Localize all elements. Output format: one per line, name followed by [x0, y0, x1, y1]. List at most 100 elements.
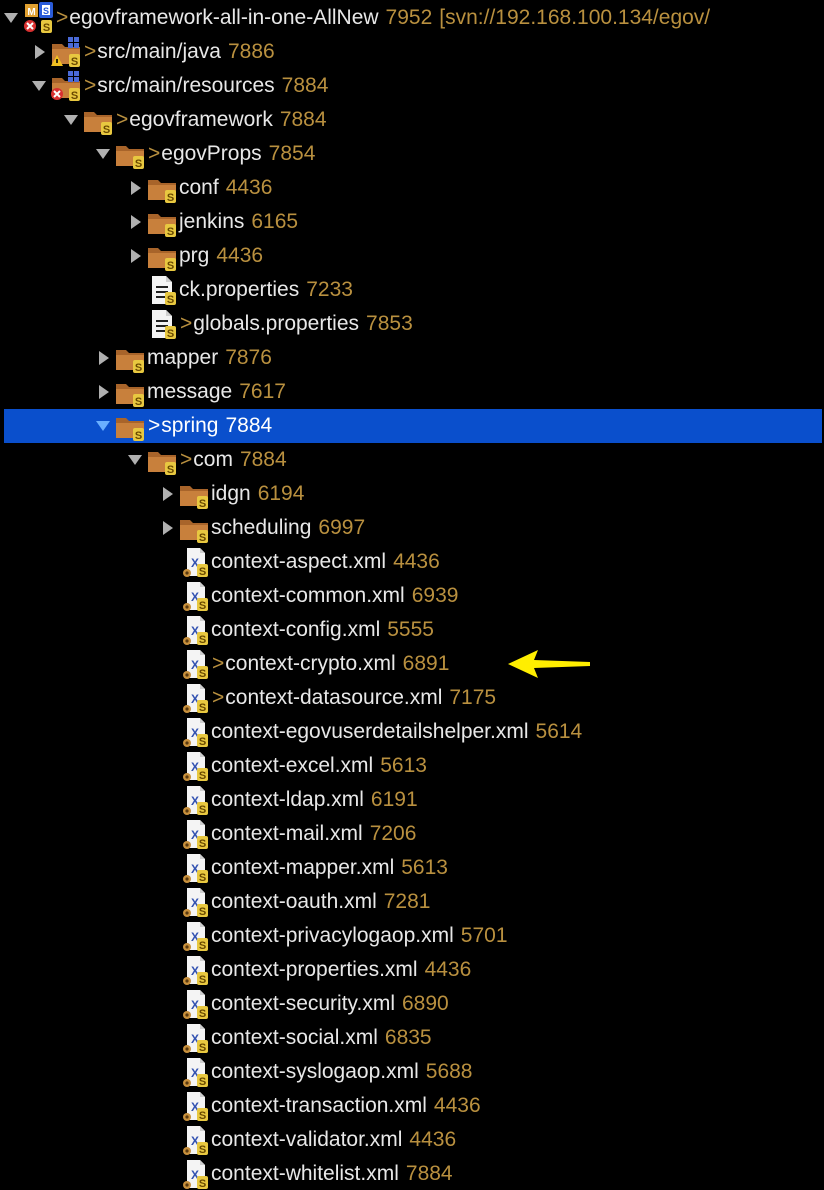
- tree-item-context-mapper-xml[interactable]: X Scontext-mapper.xml 5613: [0, 851, 824, 885]
- tree-item-egovframework[interactable]: S > egovframework 7884: [0, 103, 824, 137]
- svg-text:S: S: [199, 1008, 206, 1020]
- tree-item-egovframework-all-in-one-allnew[interactable]: M S S > egovframework-all-in-one-AllNew 79…: [0, 1, 824, 35]
- folder-icon: S: [114, 137, 146, 171]
- svn-revision: 5555: [387, 618, 434, 641]
- expanded-chevron-icon[interactable]: [60, 103, 82, 137]
- collapsed-chevron-icon[interactable]: [92, 375, 114, 409]
- tree-item-scheduling[interactable]: Sscheduling 6997: [0, 511, 824, 545]
- properties-file-icon: S: [146, 273, 178, 307]
- tree-item-context-validator-xml[interactable]: X Scontext-validator.xml 4436: [0, 1123, 824, 1157]
- tree-item-label: context-properties.xml: [211, 958, 418, 981]
- svn-revision: 7854: [268, 142, 316, 165]
- tree-item-mapper[interactable]: Smapper 7876: [0, 341, 824, 375]
- svg-text:S: S: [167, 192, 174, 204]
- tree-item-context-crypto-xml[interactable]: X S > context-crypto.xml 6891: [0, 647, 824, 681]
- collapsed-chevron-icon[interactable]: [156, 477, 178, 511]
- tree-item-context-social-xml[interactable]: X Scontext-social.xml 6835: [0, 1021, 824, 1055]
- svn-revision: 7281: [383, 890, 431, 913]
- xml-file-icon: X S: [178, 851, 210, 885]
- tree-item-message[interactable]: Smessage 7617: [0, 375, 824, 409]
- expanded-chevron-icon[interactable]: [92, 137, 114, 171]
- svg-text:S: S: [199, 1042, 206, 1054]
- svn-revision: 7876: [225, 346, 272, 369]
- svn-revision: 4436: [433, 1094, 481, 1117]
- tree-item-context-whitelist-xml[interactable]: X Scontext-whitelist.xml 7884: [0, 1157, 824, 1190]
- svn-revision: 4436: [225, 176, 273, 199]
- tree-item-context-transaction-xml[interactable]: X Scontext-transaction.xml 4436: [0, 1089, 824, 1123]
- svg-text:S: S: [199, 906, 206, 918]
- tree-item-label: prg: [179, 244, 210, 267]
- tree-item-prg[interactable]: Sprg 4436: [0, 239, 824, 273]
- tree-item-conf[interactable]: Sconf 4436: [0, 171, 824, 205]
- tree-item-jenkins[interactable]: Sjenkins 6165: [0, 205, 824, 239]
- xml-file-icon: X S: [178, 1123, 210, 1157]
- svg-text:S: S: [199, 566, 206, 578]
- svg-text:S: S: [135, 158, 142, 170]
- tree-item-context-config-xml[interactable]: X Scontext-config.xml 5555: [0, 613, 824, 647]
- tree-item-egovprops[interactable]: S > egovProps 7854: [0, 137, 824, 171]
- collapsed-chevron-icon[interactable]: [124, 239, 146, 273]
- tree-item-label: context-mapper.xml: [211, 856, 395, 879]
- tree-item-label: context-common.xml: [211, 584, 405, 607]
- tree-item-label: context-oauth.xml: [211, 890, 377, 913]
- tree-item-label: src/main/resources: [97, 74, 275, 97]
- tree-item-label: mapper: [147, 346, 219, 369]
- source-folder-warning-icon: S: [50, 35, 82, 69]
- tree-item-context-privacylogaop-xml[interactable]: X Scontext-privacylogaop.xml 5701: [0, 919, 824, 953]
- tree-item-context-common-xml[interactable]: X Scontext-common.xml 6939: [0, 579, 824, 613]
- svn-revision: 5701: [460, 924, 508, 947]
- tree-item-context-properties-xml[interactable]: X Scontext-properties.xml 4436: [0, 953, 824, 987]
- tree-item-label: message: [147, 380, 233, 403]
- expanded-chevron-icon[interactable]: [92, 409, 114, 443]
- tree-item-context-syslogaop-xml[interactable]: X Scontext-syslogaop.xml 5688: [0, 1055, 824, 1089]
- expanded-chevron-icon[interactable]: [0, 1, 22, 35]
- tree-item-context-excel-xml[interactable]: X Scontext-excel.xml 5613: [0, 749, 824, 783]
- collapsed-chevron-icon[interactable]: [92, 341, 114, 375]
- tree-item-src-main-java[interactable]: S > src/main/java 7886: [0, 35, 824, 69]
- tree-item-context-security-xml[interactable]: X Scontext-security.xml 6890: [0, 987, 824, 1021]
- tree-item-context-mail-xml[interactable]: X Scontext-mail.xml 7206: [0, 817, 824, 851]
- tree-item-label: context-privacylogaop.xml: [211, 924, 454, 947]
- svg-text:S: S: [199, 1178, 206, 1190]
- collapsed-chevron-icon[interactable]: [124, 205, 146, 239]
- collapsed-chevron-icon[interactable]: [156, 511, 178, 545]
- tree-item-spring[interactable]: S > spring 7884: [4, 409, 822, 443]
- tree-item-globals-properties[interactable]: S > globals.properties 7853: [0, 307, 824, 341]
- folder-icon: S: [146, 239, 178, 273]
- tree-item-context-datasource-xml[interactable]: X S > context-datasource.xml 7175: [0, 681, 824, 715]
- tree-item-src-main-resources[interactable]: S > src/main/resources 7884: [0, 69, 824, 103]
- svn-revision: 7206: [369, 822, 417, 845]
- svg-text:S: S: [199, 940, 206, 952]
- tree-item-idgn[interactable]: Sidgn 6194: [0, 477, 824, 511]
- svg-text:S: S: [199, 1110, 206, 1122]
- tree-item-ck-properties[interactable]: Sck.properties 7233: [0, 273, 824, 307]
- xml-file-icon: X S: [178, 545, 210, 579]
- tree-item-context-oauth-xml[interactable]: X Scontext-oauth.xml 7281: [0, 885, 824, 919]
- svn-revision: 7884: [279, 108, 327, 131]
- xml-file-icon: X S: [178, 1055, 210, 1089]
- svg-text:S: S: [199, 770, 206, 782]
- svn-revision: 7175: [449, 686, 497, 709]
- tree-item-context-egovuserdetailshelper-xml[interactable]: X Scontext-egovuserdetailshelper.xml 5614: [0, 715, 824, 749]
- tree-item-com[interactable]: S > com 7884: [0, 443, 824, 477]
- outgoing-change-marker: >: [56, 6, 69, 29]
- svg-text:S: S: [43, 6, 49, 16]
- tree-item-label: context-aspect.xml: [211, 550, 387, 573]
- expanded-chevron-icon[interactable]: [124, 443, 146, 477]
- tree-item-context-aspect-xml[interactable]: X Scontext-aspect.xml 4436: [0, 545, 824, 579]
- tree-item-context-ldap-xml[interactable]: X Scontext-ldap.xml 6191: [0, 783, 824, 817]
- expanded-chevron-icon[interactable]: [28, 69, 50, 103]
- collapsed-chevron-icon[interactable]: [124, 171, 146, 205]
- collapsed-chevron-icon[interactable]: [28, 35, 50, 69]
